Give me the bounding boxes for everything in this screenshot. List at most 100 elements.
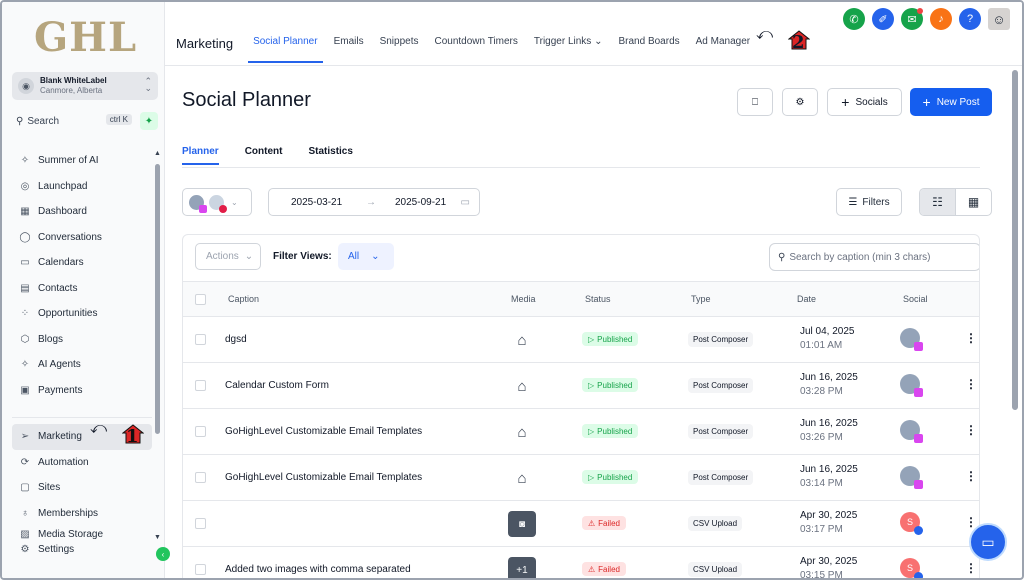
sidebar-item-settings[interactable]: ⚙ Settings: [12, 542, 152, 556]
sidebar-item-contacts[interactable]: ▤ Contacts: [12, 276, 152, 302]
sidebar-scrollbar-thumb[interactable]: [155, 164, 160, 434]
media-thumbnail-icon[interactable]: ⌂: [508, 419, 536, 445]
settings-button[interactable]: ⚙: [782, 88, 818, 116]
caption-search-input[interactable]: ⚲ Search by caption (min 3 chars): [769, 243, 979, 271]
tab-social-planner[interactable]: Social Planner: [248, 36, 324, 63]
column-type: Type: [691, 294, 711, 304]
tab-countdown-timers[interactable]: Countdown Timers: [435, 36, 518, 51]
social-account-avatar: [900, 374, 923, 397]
tab-brand-boards[interactable]: Brand Boards: [618, 36, 679, 51]
media-thumbnail[interactable]: ◙: [508, 511, 536, 537]
subtab-divider: [182, 167, 980, 168]
sidebar-item-sites[interactable]: ▢ Sites: [12, 475, 152, 501]
row-checkbox[interactable]: [195, 472, 206, 483]
table-row[interactable]: GoHighLevel Customizable Email Templates…: [183, 455, 979, 501]
select-all-checkbox[interactable]: [195, 294, 206, 305]
top-bar: Marketing Social Planner Emails Snippets…: [165, 2, 1022, 66]
account-filter-dropdown[interactable]: ⌄: [182, 188, 252, 216]
more-options-icon[interactable]: ⋮: [965, 423, 977, 437]
row-checkbox[interactable]: [195, 426, 206, 437]
automation-icon: ⟳: [20, 456, 30, 468]
media-count: +1: [516, 564, 528, 576]
table-row[interactable]: dgsd ⌂ ▷ Published Post Composer Jul 04, …: [183, 317, 979, 363]
bell-icon[interactable]: ♪: [930, 8, 952, 30]
logo: GHL: [34, 14, 138, 61]
user-avatar[interactable]: ☺: [988, 8, 1010, 30]
main-scrollbar-thumb[interactable]: [1012, 70, 1018, 410]
tab-emails[interactable]: Emails: [334, 36, 364, 51]
plus-icon: +: [922, 94, 931, 110]
sidebar-scrollbar[interactable]: [155, 152, 160, 542]
sidebar-item-opportunities[interactable]: ⁘ Opportunities: [12, 301, 152, 327]
help-icon[interactable]: ?: [959, 8, 981, 30]
filters-button[interactable]: ☰ Filters: [836, 188, 902, 216]
row-checkbox[interactable]: [195, 334, 206, 345]
sidebar-search[interactable]: ⚲ Search ctrl K: [12, 112, 134, 130]
sidebar-item-automation[interactable]: ⟳ Automation: [12, 450, 152, 476]
chat-widget-button[interactable]: ▭: [969, 523, 1007, 561]
ai-sparkle-button[interactable]: ✦: [140, 112, 158, 130]
calendar-view-icon[interactable]: ▦: [956, 189, 991, 215]
tab-planner[interactable]: Planner: [182, 146, 219, 165]
socials-button[interactable]: + Socials: [827, 88, 902, 116]
sidebar-item-media-storage[interactable]: ▨ Media Storage: [12, 526, 152, 542]
more-options-icon[interactable]: ⋮: [965, 377, 977, 391]
megaphone-icon[interactable]: ✉: [901, 8, 923, 30]
media-thumbnail-icon[interactable]: ⌂: [508, 327, 536, 353]
sidebar-item-summer-of-ai[interactable]: ✧ Summer of AI: [12, 148, 152, 174]
type-badge: Post Composer: [688, 470, 754, 485]
sidebar-item-conversations[interactable]: ◯ Conversations: [12, 225, 152, 251]
status-badge: ▷ Published: [582, 424, 639, 438]
rocket-icon: ◎: [20, 180, 30, 192]
annotation-number-2: 2: [792, 32, 805, 53]
sidebar-item-ai-agents[interactable]: ✧ AI Agents: [12, 352, 152, 378]
tab-ad-manager[interactable]: Ad Manager: [696, 36, 750, 51]
account-location: Canmore, Alberta: [40, 86, 103, 95]
social-account-avatar: [900, 466, 923, 489]
sidebar-item-memberships[interactable]: ♁ Memberships: [12, 501, 152, 527]
more-options-icon[interactable]: ⋮: [965, 561, 977, 575]
row-checkbox[interactable]: [195, 380, 206, 391]
table-row[interactable]: Calendar Custom Form ⌂ ▷ Published Post C…: [183, 363, 979, 409]
top-nav: Marketing Social Planner Emails Snippets…: [176, 36, 766, 63]
main-scrollbar[interactable]: [1012, 64, 1018, 578]
row-checkbox[interactable]: [195, 518, 206, 529]
list-view-icon[interactable]: ☷: [920, 189, 956, 215]
media-thumbnail[interactable]: +1: [508, 557, 536, 578]
more-options-icon[interactable]: ⋮: [965, 469, 977, 483]
payments-icon: ▣: [20, 384, 30, 396]
sidebar-item-calendars[interactable]: ▭ Calendars: [12, 250, 152, 276]
calendar-icon: ▭: [20, 257, 30, 269]
table-row[interactable]: ◙ ⚠ Failed CSV Upload Apr 30, 2025 03:17 P…: [183, 501, 979, 547]
phone-icon[interactable]: ✆: [843, 8, 865, 30]
magic-icon[interactable]: ✐: [872, 8, 894, 30]
sidebar-item-launchpad[interactable]: ◎ Launchpad: [12, 174, 152, 200]
arrow-right-icon: →: [366, 196, 376, 208]
media-thumbnail-icon[interactable]: ⌂: [508, 373, 536, 399]
tab-snippets[interactable]: Snippets: [380, 36, 419, 51]
row-checkbox[interactable]: [195, 564, 206, 575]
sidebar-item-blogs[interactable]: ⬡ Blogs: [12, 327, 152, 353]
pinterest-account-avatar: [209, 194, 227, 213]
scroll-down-icon[interactable]: ▼: [154, 534, 161, 541]
filter-views-dropdown[interactable]: All ⌄: [338, 243, 394, 270]
tab-trigger-links[interactable]: Trigger Links ⌄: [534, 36, 603, 51]
table-row[interactable]: Added two images with comma separated +1…: [183, 547, 979, 578]
type-badge: CSV Upload: [688, 562, 743, 577]
new-post-button[interactable]: + New Post: [910, 88, 992, 116]
tab-content[interactable]: Content: [245, 146, 283, 157]
instagram-account-avatar: [189, 194, 207, 213]
more-options-icon[interactable]: ⋮: [965, 331, 977, 345]
sidebar-item-payments[interactable]: ▣ Payments: [12, 378, 152, 404]
instagram-icon: [914, 342, 923, 351]
social-account-avatar: S: [900, 558, 923, 578]
tab-statistics[interactable]: Statistics: [308, 146, 352, 157]
column-social: Social: [903, 294, 928, 304]
account-switcher[interactable]: ◉ Blank WhiteLabel Canmore, Alberta ⌃ ⌄: [12, 72, 158, 100]
sidebar-item-dashboard[interactable]: ▦ Dashboard: [12, 199, 152, 225]
date-range-picker[interactable]: 2025-03-21 → 2025-09-21 ▭: [268, 188, 480, 216]
actions-dropdown[interactable]: Actions ⌄: [195, 243, 261, 270]
media-thumbnail-icon[interactable]: ⌂: [508, 465, 536, 491]
feedback-button[interactable]: ⎕: [737, 88, 773, 116]
table-row[interactable]: GoHighLevel Customizable Email Templates…: [183, 409, 979, 455]
